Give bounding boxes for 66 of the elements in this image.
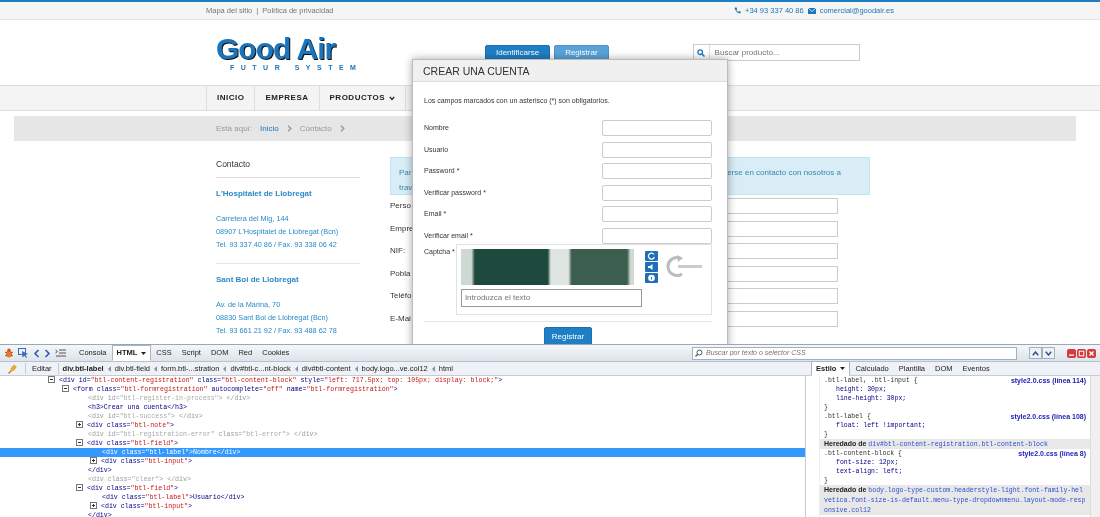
breadcrumb-current: Contacto — [299, 122, 332, 135]
separator-icon — [294, 365, 298, 372]
search-icon — [695, 349, 703, 357]
logo-title: Good Air — [216, 34, 336, 64]
previous-button[interactable] — [1029, 347, 1042, 359]
maximize-icon[interactable] — [1077, 348, 1086, 358]
forward-icon[interactable] — [44, 348, 51, 358]
expand-icon[interactable] — [90, 502, 97, 509]
separator-icon — [431, 365, 435, 372]
input-field[interactable] — [602, 141, 712, 158]
office-name: L'Hospitalet de Llobregat — [216, 187, 313, 200]
input-field[interactable] — [602, 120, 712, 137]
alert-text: trav — [399, 182, 413, 194]
breadcrumb-link[interactable]: Inicio — [260, 122, 279, 135]
speaker-icon[interactable] — [644, 261, 658, 272]
field-label: Perso — [390, 200, 411, 213]
input-field[interactable] — [602, 184, 712, 201]
separator-icon — [354, 365, 358, 372]
captcha-field[interactable]: Introduzca el texto — [460, 288, 642, 307]
bug-icon[interactable] — [4, 348, 14, 358]
minimize-icon[interactable] — [1067, 348, 1076, 358]
back-icon[interactable] — [33, 348, 40, 358]
expand-icon[interactable] — [90, 457, 97, 464]
field-label: Teléfo — [390, 290, 412, 303]
alert-text: erse en contacto con nosotros a — [727, 167, 841, 179]
envelope-icon — [807, 7, 816, 14]
nav-link[interactable]: EMPRESA — [254, 86, 319, 110]
nav-link[interactable]: PRODUCTOS — [318, 86, 406, 110]
close-icon[interactable] — [1087, 348, 1096, 358]
section-title: Contacto — [216, 151, 360, 178]
dropdown-arrow-icon — [840, 367, 846, 370]
chevron-down-icon — [389, 95, 395, 101]
field-label: E-Mai — [390, 312, 411, 325]
header-button[interactable]: Identificarse — [485, 44, 551, 61]
expand-icon[interactable] — [76, 421, 83, 428]
register-button[interactable]: Registrar — [543, 326, 593, 344]
field-label: NIF: — [390, 245, 406, 258]
next-button[interactable] — [1042, 347, 1055, 359]
nav-link[interactable]: INICIO — [206, 86, 255, 110]
dropdown-arrow-icon — [141, 351, 147, 355]
separator-icon — [223, 365, 227, 372]
separator-icon — [154, 365, 157, 372]
dialog-title: CREAR UNA CUENTA — [413, 60, 727, 82]
chevron-right-icon — [286, 125, 292, 132]
scrollbar[interactable] — [1090, 376, 1100, 517]
search-field[interactable]: Buscar producto... — [692, 44, 860, 61]
office-name: Sant Boi de Llobregat — [216, 273, 300, 286]
cursor-icon[interactable] — [18, 348, 29, 358]
separator-icon — [107, 365, 111, 372]
field-label: Pobla — [390, 267, 411, 280]
input-field[interactable] — [602, 163, 712, 180]
phone-icon — [734, 7, 742, 14]
input-field[interactable] — [602, 227, 712, 244]
collapse-icon[interactable] — [62, 385, 69, 392]
list-icon[interactable] — [55, 349, 66, 357]
collapse-icon[interactable] — [76, 439, 83, 446]
collapse-icon[interactable] — [48, 376, 55, 383]
chevron-up-icon — [1032, 350, 1039, 356]
input-field[interactable] — [602, 206, 712, 223]
refresh-icon[interactable] — [644, 250, 658, 261]
chevron-right-icon — [339, 125, 345, 132]
help-icon[interactable] — [644, 272, 658, 283]
collapse-icon[interactable] — [76, 484, 83, 491]
breadcrumb-label: Está aquí: — [216, 122, 253, 135]
alert-text: Par — [399, 167, 413, 179]
chevron-down-icon — [1045, 350, 1052, 356]
